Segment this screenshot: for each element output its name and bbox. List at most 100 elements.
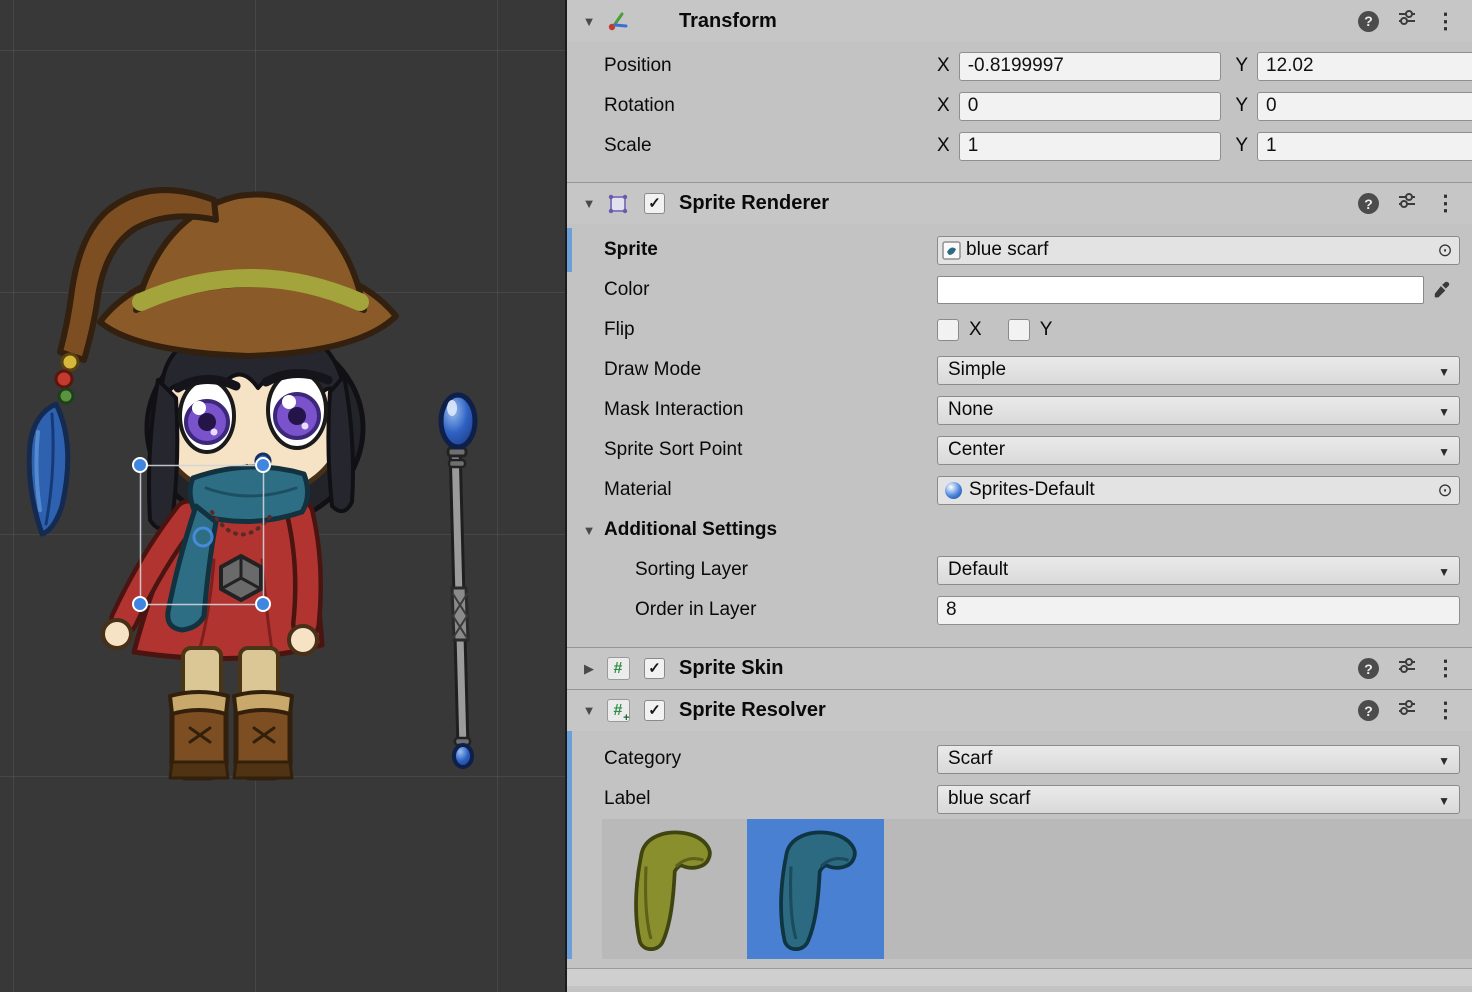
unity-editor-window: ▼ Transform ? ⋮ Position X Y Z xyxy=(0,0,1472,992)
draw-mode-row: Draw Mode Simple ▼ xyxy=(567,350,1472,390)
additional-settings-row[interactable]: ▼ Additional Settings xyxy=(567,510,1472,550)
sprite-label: Sprite xyxy=(604,239,937,261)
component-title: Sprite Resolver xyxy=(679,699,826,722)
more-menu-icon[interactable]: ⋮ xyxy=(1435,193,1456,214)
boots xyxy=(170,692,292,778)
label-label: Label xyxy=(604,788,937,810)
inspector-panel: ▼ Transform ? ⋮ Position X Y Z xyxy=(565,0,1472,992)
flip-row: Flip X Y xyxy=(567,310,1472,350)
component-title: Sprite Skin xyxy=(679,657,783,680)
foldout-icon[interactable]: ▼ xyxy=(580,703,598,718)
x-axis-label: X xyxy=(937,55,950,77)
enabled-checkbox[interactable]: ✓ xyxy=(644,193,665,214)
label-value: blue scarf xyxy=(948,788,1030,810)
material-label: Material xyxy=(604,479,937,501)
help-icon[interactable]: ? xyxy=(1358,700,1379,721)
mask-interaction-value: None xyxy=(948,399,993,421)
category-label: Category xyxy=(604,748,937,770)
sprite-row: Sprite blue scarf ⊙ xyxy=(567,230,1472,270)
material-object-field[interactable]: Sprites-Default ⊙ xyxy=(937,476,1460,505)
transform-icon xyxy=(605,8,631,34)
scale-row: Scale X Y Z xyxy=(567,126,1472,166)
draw-mode-value: Simple xyxy=(948,359,1006,381)
chevron-down-icon: ▼ xyxy=(1438,405,1450,419)
sprite-resolver-header: ▼ #+ ✓ Sprite Resolver ? ⋮ xyxy=(567,689,1472,731)
y-axis-label: Y xyxy=(1235,135,1248,157)
thumbnail-blue-scarf[interactable] xyxy=(747,819,884,959)
sprite-renderer-icon xyxy=(605,191,631,217)
enabled-checkbox[interactable]: ✓ xyxy=(644,658,665,679)
mask-interaction-row: Mask Interaction None ▼ xyxy=(567,390,1472,430)
scale-y-field[interactable] xyxy=(1257,132,1472,161)
chevron-down-icon: ▼ xyxy=(1438,365,1450,379)
object-picker-icon[interactable]: ⊙ xyxy=(1431,481,1459,499)
draw-mode-dropdown[interactable]: Simple ▼ xyxy=(937,356,1460,385)
thumbnail-green-scarf[interactable] xyxy=(602,819,739,959)
selection-handle[interactable] xyxy=(133,597,147,611)
rotation-row: Rotation X Y Z xyxy=(567,86,1472,126)
rotation-y-field[interactable] xyxy=(1257,92,1472,121)
object-picker-icon[interactable]: ⊙ xyxy=(1431,241,1459,259)
more-menu-icon[interactable]: ⋮ xyxy=(1435,11,1456,32)
chevron-down-icon: ▼ xyxy=(1438,754,1450,768)
right-eye xyxy=(266,372,328,448)
flip-y-checkbox[interactable] xyxy=(1008,319,1030,341)
position-y-field[interactable] xyxy=(1257,52,1472,81)
help-icon[interactable]: ? xyxy=(1358,193,1379,214)
foldout-icon[interactable]: ▼ xyxy=(580,196,598,211)
material-object-name: Sprites-Default xyxy=(969,479,1431,501)
sprite-skin-header: ▶ # ✓ Sprite Skin ? ⋮ xyxy=(567,647,1472,689)
character-sprite[interactable] xyxy=(29,190,396,778)
chevron-down-icon: ▼ xyxy=(1438,794,1450,808)
scale-x-field[interactable] xyxy=(959,132,1222,161)
sprite-sort-point-value: Center xyxy=(948,439,1005,461)
override-indicator xyxy=(567,228,572,272)
foldout-icon[interactable]: ▶ xyxy=(580,661,598,677)
foldout-icon[interactable]: ▼ xyxy=(580,523,598,538)
sprite-sort-point-row: Sprite Sort Point Center ▼ xyxy=(567,430,1472,470)
sprite-object-name: blue scarf xyxy=(966,239,1431,261)
presets-icon[interactable] xyxy=(1397,698,1417,724)
enabled-checkbox[interactable]: ✓ xyxy=(644,700,665,721)
position-x-field[interactable] xyxy=(959,52,1222,81)
sprite-sort-point-label: Sprite Sort Point xyxy=(604,439,937,461)
sprite-object-field[interactable]: blue scarf ⊙ xyxy=(937,236,1460,265)
scene-view[interactable] xyxy=(0,0,565,992)
foldout-icon[interactable]: ▼ xyxy=(580,14,598,29)
sprite-sort-point-dropdown[interactable]: Center ▼ xyxy=(937,436,1460,465)
color-label: Color xyxy=(604,279,937,301)
selection-handle[interactable] xyxy=(133,458,147,472)
selection-handle[interactable] xyxy=(256,458,270,472)
sorting-layer-value: Default xyxy=(948,559,1008,581)
material-row: Material Sprites-Default ⊙ xyxy=(567,470,1472,510)
order-in-layer-label: Order in Layer xyxy=(635,599,937,621)
additional-settings-label: Additional Settings xyxy=(604,519,937,541)
more-menu-icon[interactable]: ⋮ xyxy=(1435,700,1456,721)
label-row: Label blue scarf ▼ xyxy=(567,779,1472,819)
help-icon[interactable]: ? xyxy=(1358,658,1379,679)
x-axis-label: X xyxy=(937,135,950,157)
label-dropdown[interactable]: blue scarf ▼ xyxy=(937,785,1460,814)
staff-orb xyxy=(441,395,475,447)
order-in-layer-field[interactable] xyxy=(937,596,1460,625)
rotation-x-field[interactable] xyxy=(959,92,1222,121)
staff-sprite[interactable] xyxy=(441,395,475,767)
flip-label: Flip xyxy=(604,319,937,341)
help-icon[interactable]: ? xyxy=(1358,11,1379,32)
more-menu-icon[interactable]: ⋮ xyxy=(1435,658,1456,679)
transform-body: Position X Y Z Rotation X Y Z Scale X xyxy=(567,42,1472,182)
category-dropdown[interactable]: Scarf ▼ xyxy=(937,745,1460,774)
eyedropper-icon[interactable] xyxy=(1424,276,1460,304)
presets-icon[interactable] xyxy=(1397,656,1417,682)
selection-handle[interactable] xyxy=(256,597,270,611)
mask-interaction-dropdown[interactable]: None ▼ xyxy=(937,396,1460,425)
sprite-variant-list xyxy=(602,819,1472,959)
sprite-skin-icon: # xyxy=(605,656,631,682)
flip-x-checkbox[interactable] xyxy=(937,319,959,341)
scene-canvas xyxy=(0,0,565,992)
color-swatch[interactable] xyxy=(937,276,1424,304)
sorting-layer-dropdown[interactable]: Default ▼ xyxy=(937,556,1460,585)
presets-icon[interactable] xyxy=(1397,191,1417,217)
y-axis-label: Y xyxy=(1235,55,1248,77)
presets-icon[interactable] xyxy=(1397,8,1417,34)
